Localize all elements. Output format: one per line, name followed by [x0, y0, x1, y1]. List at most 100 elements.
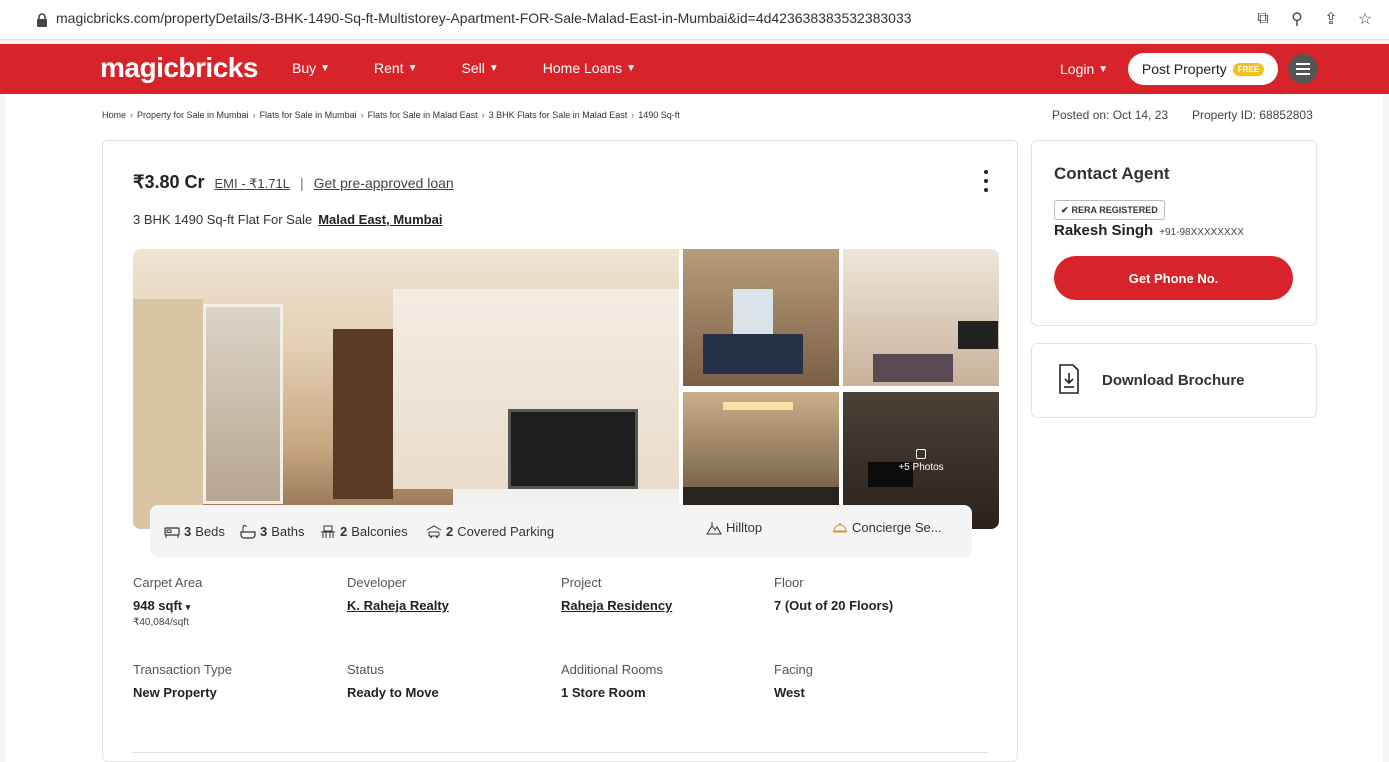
- breadcrumb-3bhk-malad[interactable]: 3 BHK Flats for Sale in Malad East: [489, 110, 628, 120]
- more-photos-count: +5 Photos: [898, 461, 944, 473]
- agent-name: Rakesh Singh: [1054, 222, 1154, 239]
- project-label: Project: [561, 575, 602, 590]
- install-app-icon[interactable]: ⧉: [1253, 9, 1273, 29]
- free-badge: FREE: [1232, 62, 1265, 76]
- nav-home-loans-label: Home Loans: [542, 60, 623, 76]
- baths-label: Baths: [271, 524, 305, 539]
- get-phone-button[interactable]: Get Phone No.: [1054, 256, 1293, 300]
- price: ₹3.80 Cr: [133, 172, 205, 192]
- status-value: Ready to Move: [347, 685, 439, 700]
- breadcrumb-separator: ›: [252, 110, 256, 120]
- more-options-icon[interactable]: [980, 170, 992, 192]
- magicbricks-logo[interactable]: magicbricks: [100, 52, 258, 84]
- transaction-type-value: New Property: [133, 685, 217, 700]
- check-icon: ✔: [1061, 204, 1069, 215]
- developer-link[interactable]: K. Raheja Realty: [347, 598, 449, 613]
- unit-dropdown-icon: ▾: [185, 602, 191, 612]
- hilltop-icon: [706, 521, 722, 534]
- concierge-feature: Concierge Se...: [832, 520, 942, 535]
- listing-title: 3 BHK 1490 Sq-ft Flat For Sale: [133, 212, 313, 227]
- chevron-down-icon: ▼: [320, 62, 331, 74]
- breadcrumb-separator: ›: [360, 110, 364, 120]
- nav-rent-label: Rent: [374, 60, 404, 76]
- breadcrumb-current: 1490 Sq-ft: [638, 110, 680, 120]
- additional-rooms-label: Additional Rooms: [561, 662, 663, 677]
- balcony-icon: [321, 525, 335, 538]
- price-per-sqft: ₹40,084/sqft: [133, 617, 189, 628]
- section-divider: [133, 752, 988, 753]
- download-document-icon: [1059, 364, 1079, 394]
- property-id: Property ID: 68852803: [1192, 108, 1313, 122]
- status-label: Status: [347, 662, 384, 677]
- nav-sell-label: Sell: [461, 60, 485, 76]
- bed-icon: [164, 526, 180, 538]
- post-property-label: Post Property: [1141, 61, 1227, 77]
- chevron-down-icon: ▼: [407, 62, 418, 74]
- rera-badge: ✔ RERA REGISTERED: [1054, 200, 1165, 220]
- photo-bedroom-2[interactable]: [843, 249, 999, 386]
- browser-address-bar: magicbricks.com/propertyDetails/3-BHK-14…: [0, 0, 1389, 40]
- nav-sell[interactable]: Sell ▼: [462, 60, 499, 76]
- concierge-bell-icon: [833, 522, 847, 532]
- floor-value: 7 (Out of 20 Floors): [774, 598, 894, 613]
- parking-feature: 2 Covered Parking: [426, 524, 554, 539]
- location-link[interactable]: Malad East, Mumbai: [318, 212, 442, 227]
- nav-buy[interactable]: Buy ▼: [292, 60, 330, 76]
- chevron-down-icon: ▼: [1098, 63, 1109, 75]
- breadcrumb-separator: ›: [631, 110, 635, 120]
- breadcrumb-separator: ›: [481, 110, 485, 120]
- nav-rent[interactable]: Rent ▼: [374, 60, 417, 76]
- agent-phone: +91-98XXXXXXXX: [1159, 227, 1244, 238]
- project-link[interactable]: Raheja Residency: [561, 598, 672, 613]
- nav-home-loans[interactable]: Home Loans ▼: [543, 60, 636, 76]
- contact-agent-title: Contact Agent: [1054, 164, 1170, 183]
- rera-label: RERA REGISTERED: [1071, 205, 1158, 215]
- agent-info: Rakesh Singh +91-98XXXXXXXX: [1054, 222, 1244, 239]
- hilltop-label: Hilltop: [726, 520, 763, 535]
- baths-count: 3: [260, 524, 268, 539]
- chevron-down-icon: ▼: [626, 62, 637, 74]
- developer-label: Developer: [347, 575, 407, 590]
- breadcrumb-flats-malad[interactable]: Flats for Sale in Malad East: [368, 110, 478, 120]
- download-brochure-label: Download Brochure: [1102, 372, 1245, 389]
- carpet-area-value[interactable]: 948 sqft ▾: [133, 598, 190, 613]
- main-photo[interactable]: [133, 249, 679, 529]
- parking-count: 2: [446, 524, 454, 539]
- transaction-type-label: Transaction Type: [133, 662, 232, 677]
- photo-gallery: +5 Photos: [133, 249, 999, 529]
- facing-value: West: [774, 685, 805, 700]
- login-menu[interactable]: Login ▼: [1060, 61, 1108, 77]
- posted-date: Posted on: Oct 14, 23: [1052, 108, 1169, 122]
- price-row: ₹3.80 Cr EMI - ₹1.71L | Get pre-approved…: [133, 172, 454, 193]
- carpet-area-label: Carpet Area: [133, 575, 203, 590]
- breadcrumb-home[interactable]: Home: [102, 110, 126, 120]
- hilltop-feature: Hilltop: [706, 520, 762, 535]
- emi-link[interactable]: EMI - ₹1.71L: [215, 176, 290, 192]
- url-text[interactable]: magicbricks.com/propertyDetails/3-BHK-14…: [56, 10, 912, 26]
- listing-subtitle: 3 BHK 1490 Sq-ft Flat For Sale Malad Eas…: [133, 212, 442, 227]
- bookmark-star-icon[interactable]: ☆: [1355, 9, 1375, 29]
- lock-icon: [37, 13, 47, 27]
- post-property-button[interactable]: Post Property FREE: [1128, 53, 1278, 85]
- breadcrumb-property-mumbai[interactable]: Property for Sale in Mumbai: [137, 110, 249, 120]
- chevron-down-icon: ▼: [488, 62, 499, 74]
- hamburger-menu-icon[interactable]: [1288, 54, 1318, 84]
- photo-bedroom[interactable]: [683, 249, 839, 386]
- share-icon[interactable]: ⇪: [1321, 9, 1341, 29]
- balconies-count: 2: [340, 524, 348, 539]
- login-label: Login: [1060, 61, 1095, 77]
- floor-label: Floor: [774, 575, 804, 590]
- additional-rooms-value: 1 Store Room: [561, 685, 646, 700]
- carpet-area-text: 948 sqft: [133, 598, 183, 613]
- balconies-label: Balconies: [351, 524, 408, 539]
- breadcrumb-separator: ›: [130, 110, 134, 120]
- browser-tools: ⧉ ⚲ ⇪ ☆: [1253, 9, 1375, 29]
- beds-label: Beds: [195, 524, 225, 539]
- nav-buy-label: Buy: [292, 60, 317, 76]
- beds-count: 3: [184, 524, 192, 539]
- breadcrumb-flats-mumbai[interactable]: Flats for Sale in Mumbai: [260, 110, 357, 120]
- concierge-label: Concierge Se...: [852, 520, 942, 535]
- zoom-icon[interactable]: ⚲: [1287, 9, 1307, 29]
- pre-approved-loan-link[interactable]: Get pre-approved loan: [314, 175, 454, 191]
- main-nav: Buy ▼ Rent ▼ Sell ▼ Home Loans ▼: [292, 60, 680, 76]
